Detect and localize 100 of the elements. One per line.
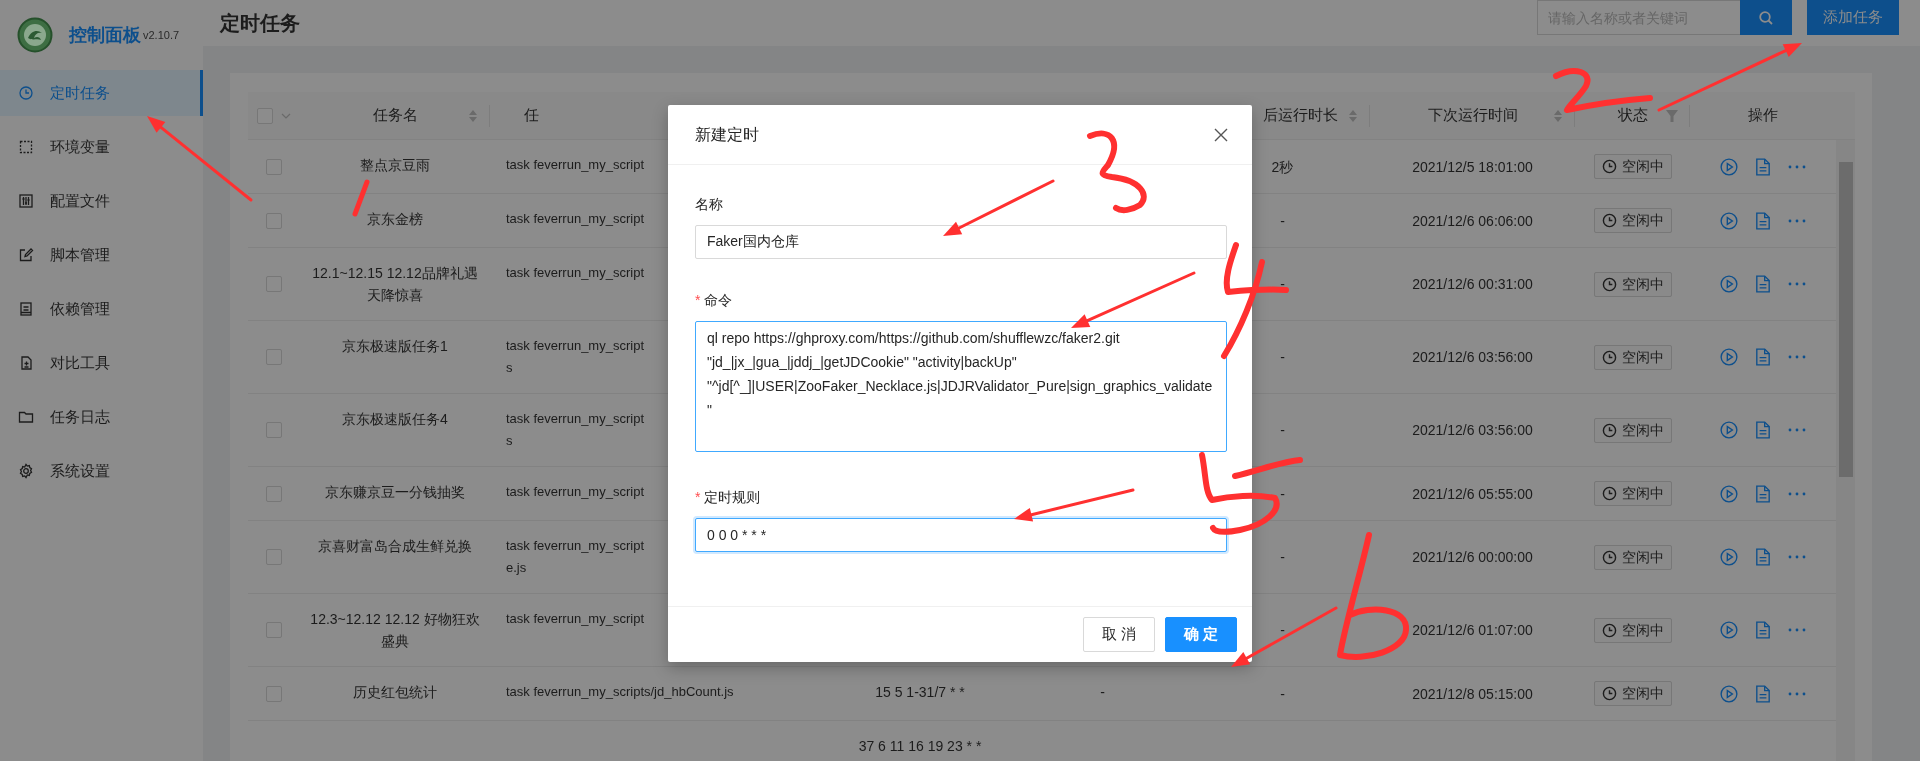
- duration-text: -: [1280, 275, 1285, 294]
- sidebar-item[interactable]: 依赖管理: [0, 286, 203, 332]
- logo-icon: [17, 17, 53, 53]
- log-file-icon[interactable]: [1754, 211, 1771, 230]
- input-field[interactable]: Faker国内仓库: [695, 225, 1227, 259]
- more-icon[interactable]: [1787, 691, 1806, 696]
- sidebar-item[interactable]: 系统设置: [0, 448, 203, 494]
- command-text: task feverrun_my_script s: [506, 337, 644, 377]
- more-icon[interactable]: [1787, 218, 1806, 223]
- clock-icon: [1601, 422, 1617, 438]
- next-run-text: 2021/12/6 01:07:00: [1412, 621, 1533, 640]
- next-run-text: 2021/12/6 05:55:00: [1412, 484, 1533, 504]
- clock-icon: [1601, 349, 1617, 365]
- task-name: 京东极速版任务1: [342, 338, 448, 354]
- play-icon[interactable]: [1719, 684, 1738, 703]
- play-icon[interactable]: [1719, 484, 1738, 503]
- sidebar-item[interactable]: 对比工具: [0, 340, 203, 386]
- task-name: 整点京豆雨: [360, 157, 430, 173]
- clock-icon: [1601, 486, 1617, 501]
- filter-icon[interactable]: [1666, 109, 1678, 122]
- close-button[interactable]: [1214, 127, 1228, 142]
- task-name: 京东金榜: [367, 211, 423, 227]
- column-header: 操作: [1747, 105, 1778, 126]
- command-text: task feverrun_my_script: [506, 483, 644, 501]
- log-file-icon[interactable]: [1754, 275, 1771, 293]
- play-icon[interactable]: [1719, 275, 1738, 293]
- sidebar-item[interactable]: 任务日志: [0, 394, 203, 440]
- brand-title: 控制面板: [69, 23, 141, 47]
- play-icon[interactable]: [1719, 211, 1738, 230]
- log-file-icon[interactable]: [1754, 157, 1771, 176]
- more-icon[interactable]: [1787, 164, 1806, 169]
- column-header: 任务名: [372, 105, 418, 126]
- log-file-icon[interactable]: [1754, 684, 1771, 703]
- sidebar-item[interactable]: 脚本管理: [0, 232, 203, 278]
- log-file-icon[interactable]: [1754, 621, 1771, 639]
- more-icon[interactable]: [1787, 428, 1806, 432]
- duration-text: -: [1280, 484, 1285, 504]
- task-name: 京喜财富岛合成生鲜兑换: [318, 538, 472, 554]
- duration-text: -: [1280, 211, 1285, 231]
- task-name: 12.1~12.15 12.12品牌礼遇天降惊喜: [312, 265, 478, 303]
- command-text: task feverrun_my_script: [506, 156, 644, 174]
- play-icon[interactable]: [1719, 621, 1738, 639]
- status-tag: 空闲中: [1593, 481, 1672, 506]
- log-file-icon[interactable]: [1754, 484, 1771, 503]
- next-run-text: 2021/12/6 03:56:00: [1412, 421, 1533, 440]
- status-tag: 空闲中: [1593, 544, 1672, 570]
- log-file-icon[interactable]: [1754, 348, 1771, 366]
- next-run-text: 2021/12/6 06:06:00: [1412, 211, 1533, 231]
- dashed-square-icon: [18, 139, 34, 155]
- next-run-text: 2021/12/6 00:00:00: [1412, 548, 1533, 567]
- clock-icon: [1601, 622, 1617, 638]
- scrollbar-thumb[interactable]: [1838, 162, 1853, 477]
- column-header: 任: [524, 105, 539, 126]
- play-icon[interactable]: [1719, 157, 1738, 176]
- duration-text: -: [1280, 421, 1285, 440]
- last-run-text: -: [1100, 684, 1105, 700]
- command-text: task feverrun_my_script: [506, 610, 644, 628]
- search-button[interactable]: [1740, 0, 1792, 35]
- page-title: 定时任务: [220, 11, 300, 36]
- cancel-button[interactable]: 取 消: [1083, 617, 1155, 652]
- command-field[interactable]: ql repo https://ghproxy.com/https://github.com/shufflewzc/faker2.git "jd_|jx_|gua_|jddj_|getJDCookie" "activity|backUp" "^jd[^_]|USER|ZooFaker_Necklace.js|JDJRValidator_Pure|sign_graphics_validate": [695, 321, 1227, 452]
- more-icon[interactable]: [1787, 555, 1806, 559]
- close-icon: [1214, 127, 1228, 142]
- clock-icon: [1601, 213, 1617, 228]
- field-label: 名称: [695, 195, 723, 214]
- duration-text: -: [1280, 621, 1285, 640]
- column-header: 下次运行时间: [1427, 105, 1518, 126]
- status-tag: 空闲中: [1593, 417, 1672, 443]
- log-file-icon[interactable]: [1754, 421, 1771, 439]
- dialog-title: 新建定时: [695, 124, 759, 145]
- schedule-text: 15 5 1-31/7 * *: [875, 684, 965, 700]
- duration-text: -: [1280, 348, 1285, 367]
- column-header: 状态: [1617, 105, 1648, 126]
- sidebar-item[interactable]: 配置文件: [0, 178, 203, 224]
- play-icon[interactable]: [1719, 548, 1738, 566]
- next-run-text: 2021/12/6 00:31:00: [1412, 275, 1533, 294]
- more-icon[interactable]: [1787, 628, 1806, 632]
- play-icon[interactable]: [1719, 348, 1738, 366]
- command-text: task feverrun_my_script s: [506, 410, 644, 450]
- status-tag: 空闲中: [1593, 617, 1672, 643]
- field-label: * 定时规则: [695, 488, 761, 507]
- confirm-button[interactable]: 确 定: [1165, 617, 1237, 652]
- task-name: 12.3~12.12 12.12 好物狂欢盛典: [310, 611, 480, 649]
- log-file-icon[interactable]: [1754, 548, 1771, 566]
- file-compare-icon: [18, 355, 34, 371]
- task-name: 历史红包统计: [353, 684, 437, 700]
- more-icon[interactable]: [1787, 355, 1806, 359]
- duration-text: -: [1280, 548, 1285, 567]
- more-icon[interactable]: [1787, 491, 1806, 496]
- sidebar-item[interactable]: 环境变量: [0, 124, 203, 170]
- play-icon[interactable]: [1719, 421, 1738, 439]
- gear-icon: [18, 463, 34, 479]
- status-tag: 空闲中: [1593, 154, 1672, 179]
- clock-icon: [18, 85, 34, 101]
- clock-icon: [1601, 159, 1617, 174]
- clock-icon: [1601, 549, 1617, 565]
- more-icon[interactable]: [1787, 282, 1806, 286]
- duration-text: -: [1280, 684, 1285, 704]
- task-name: 京东赚京豆一分钱抽奖: [325, 484, 465, 500]
- input-field[interactable]: 0 0 0 * * *: [695, 518, 1227, 552]
